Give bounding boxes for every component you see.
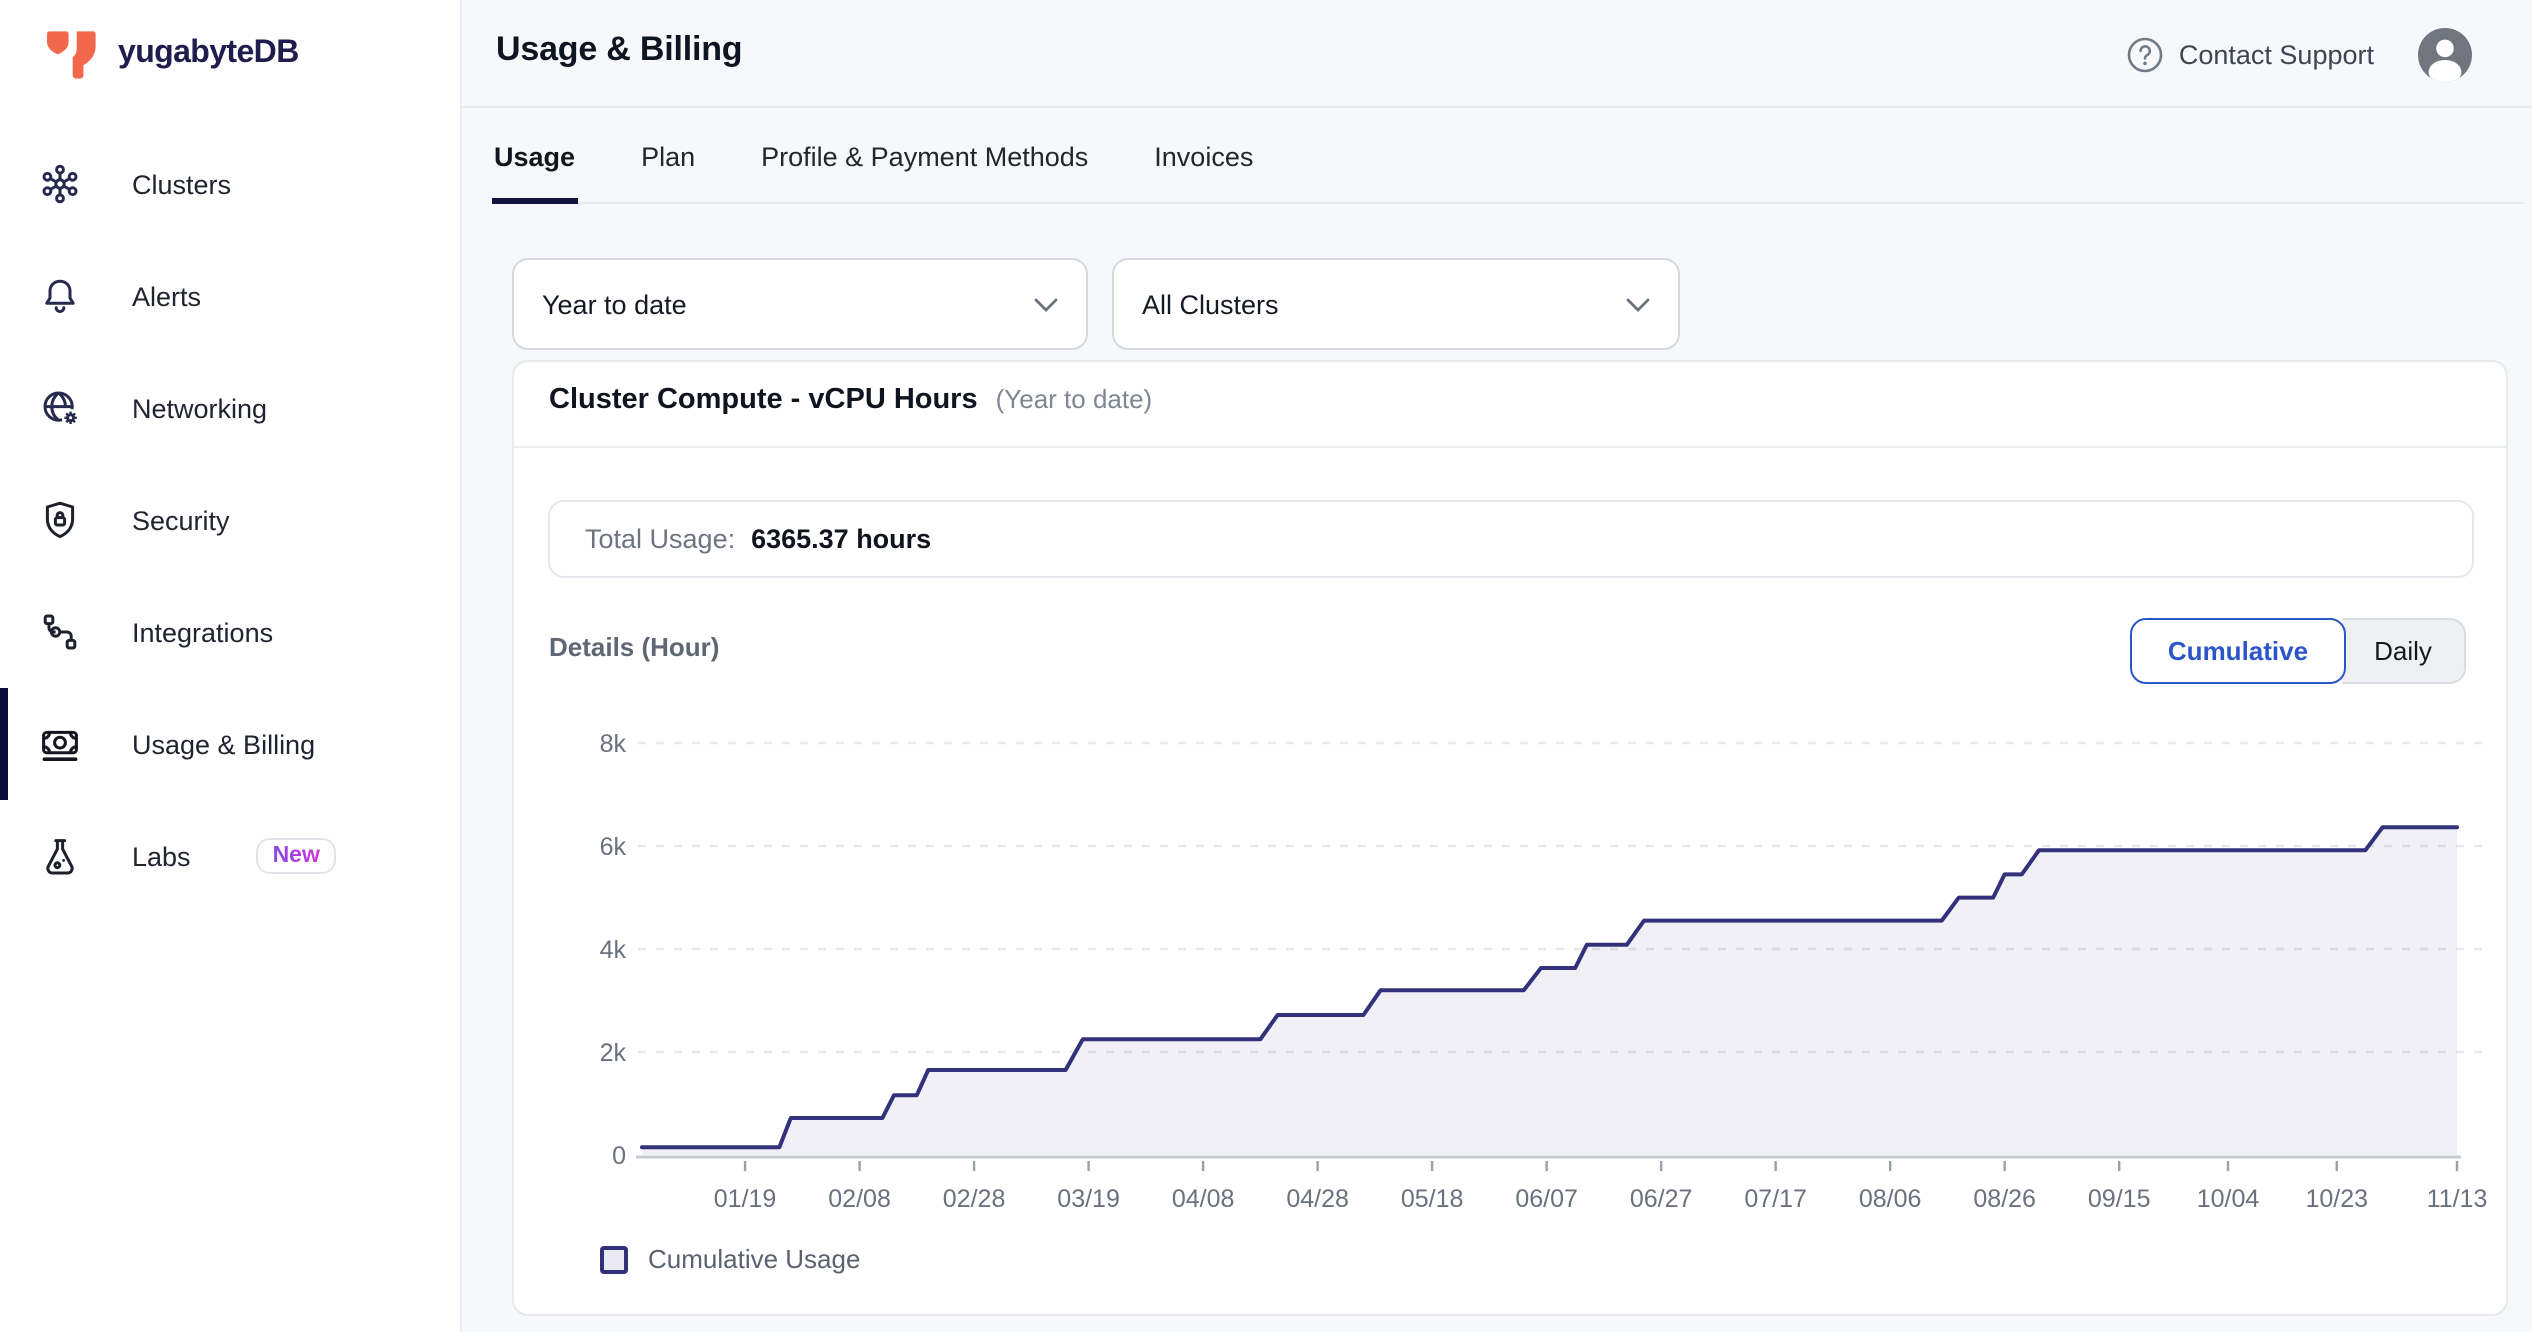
- brand-name: yugabyteDB: [118, 35, 299, 71]
- app-root: yugabyteDB Clusters: [0, 0, 2532, 1332]
- view-toggle: Cumulative Daily: [2130, 618, 2466, 684]
- help-icon: [2127, 35, 2165, 73]
- details-label: Details (Hour): [549, 632, 719, 662]
- sidebar-item-usage-billing[interactable]: Usage & Billing: [0, 688, 460, 800]
- card-subtitle: (Year to date): [996, 384, 1153, 414]
- new-badge: New: [257, 838, 336, 875]
- filter-row: Year to date All Clusters: [512, 258, 1680, 350]
- cumulative-toggle-button[interactable]: Cumulative: [2130, 618, 2346, 684]
- card-title: Cluster Compute - vCPU Hours: [549, 384, 978, 416]
- total-usage-box: Total Usage: 6365.37 hours: [547, 500, 2473, 578]
- legend-label: Cumulative Usage: [648, 1244, 860, 1274]
- svg-text:03/19: 03/19: [1057, 1185, 1120, 1213]
- svg-text:02/28: 02/28: [943, 1185, 1006, 1213]
- person-icon: [2418, 27, 2472, 81]
- svg-text:0: 0: [612, 1142, 626, 1170]
- daily-toggle-button[interactable]: Daily: [2342, 618, 2466, 684]
- tab-usage[interactable]: Usage: [494, 108, 575, 204]
- usage-card: Cluster Compute - vCPU Hours (Year to da…: [512, 360, 2508, 1316]
- svg-text:06/27: 06/27: [1630, 1185, 1693, 1213]
- legend-checkbox: [600, 1245, 628, 1273]
- period-select[interactable]: Year to date: [512, 258, 1088, 350]
- sidebar-item-label: Security: [132, 505, 230, 535]
- total-usage-value: 6365.37 hours: [751, 524, 931, 554]
- contact-support-button[interactable]: Contact Support: [2127, 35, 2374, 73]
- sidebar-item-label: Networking: [132, 393, 267, 423]
- sidebar-item-alerts[interactable]: Alerts: [0, 240, 460, 352]
- sidebar-item-labs[interactable]: Labs New: [0, 800, 460, 912]
- svg-text:01/19: 01/19: [714, 1185, 777, 1213]
- chevron-down-icon: [1626, 298, 1650, 312]
- svg-text:02/08: 02/08: [828, 1185, 891, 1213]
- contact-support-label: Contact Support: [2179, 39, 2374, 69]
- svg-text:07/17: 07/17: [1744, 1185, 1807, 1213]
- banknote-icon: [36, 720, 84, 768]
- main-content: Usage & Billing Contact Support: [462, 0, 2532, 1332]
- sidebar-nav: Clusters Alerts: [0, 128, 460, 912]
- topbar: Usage & Billing Contact Support: [462, 0, 2532, 108]
- svg-text:08/26: 08/26: [1973, 1185, 2036, 1213]
- flask-icon: [36, 832, 84, 880]
- card-header-divider: [514, 446, 2506, 448]
- svg-text:05/18: 05/18: [1401, 1185, 1464, 1213]
- shield-lock-icon: [36, 496, 84, 544]
- svg-text:04/28: 04/28: [1286, 1185, 1349, 1213]
- tab-profile-payment[interactable]: Profile & Payment Methods: [761, 108, 1088, 204]
- user-avatar[interactable]: [2418, 27, 2472, 81]
- svg-text:6k: 6k: [600, 833, 627, 861]
- tab-bar: Usage Plan Profile & Payment Methods Inv…: [462, 108, 2532, 204]
- yugabytedb-logo-icon: [44, 26, 104, 80]
- svg-text:04/08: 04/08: [1172, 1185, 1235, 1213]
- svg-text:8k: 8k: [600, 730, 627, 758]
- period-select-value: Year to date: [542, 289, 687, 319]
- svg-text:10/04: 10/04: [2197, 1185, 2260, 1213]
- brand-logo[interactable]: yugabyteDB: [44, 26, 299, 80]
- sidebar-item-label: Alerts: [132, 281, 201, 311]
- bell-icon: [36, 272, 84, 320]
- svg-text:06/07: 06/07: [1515, 1185, 1578, 1213]
- sidebar-item-label: Clusters: [132, 169, 231, 199]
- svg-text:2k: 2k: [600, 1039, 627, 1067]
- page-title: Usage & Billing: [496, 30, 742, 70]
- svg-text:08/06: 08/06: [1859, 1185, 1922, 1213]
- tab-plan[interactable]: Plan: [641, 108, 695, 204]
- tab-invoices[interactable]: Invoices: [1154, 108, 1253, 204]
- total-usage-label: Total Usage:: [585, 524, 735, 554]
- topbar-actions: Contact Support: [2127, 0, 2472, 108]
- sidebar-item-label: Integrations: [132, 617, 273, 647]
- globe-gear-icon: [36, 384, 84, 432]
- chevron-down-icon: [1034, 298, 1058, 312]
- sidebar-item-security[interactable]: Security: [0, 464, 460, 576]
- integrations-icon: [36, 608, 84, 656]
- svg-text:11/13: 11/13: [2427, 1185, 2488, 1213]
- card-header: Cluster Compute - vCPU Hours (Year to da…: [549, 384, 1152, 416]
- svg-text:09/15: 09/15: [2088, 1185, 2151, 1213]
- sidebar-item-label: Usage & Billing: [132, 729, 315, 759]
- svg-text:4k: 4k: [600, 936, 627, 964]
- sidebar: yugabyteDB Clusters: [0, 0, 462, 1332]
- sidebar-item-integrations[interactable]: Integrations: [0, 576, 460, 688]
- svg-text:10/23: 10/23: [2305, 1185, 2368, 1213]
- usage-chart: 0 2k 4k 6k 8k 01/19 02/08 02/28 03/19 04/08 04/28 0…: [582, 706, 2492, 1238]
- sidebar-item-clusters[interactable]: Clusters: [0, 128, 460, 240]
- chart-legend[interactable]: Cumulative Usage: [600, 1244, 860, 1274]
- sidebar-item-label: Labs: [132, 841, 191, 871]
- clusters-icon: [36, 160, 84, 208]
- cluster-select-value: All Clusters: [1142, 289, 1279, 319]
- cluster-select[interactable]: All Clusters: [1112, 258, 1680, 350]
- sidebar-item-networking[interactable]: Networking: [0, 352, 460, 464]
